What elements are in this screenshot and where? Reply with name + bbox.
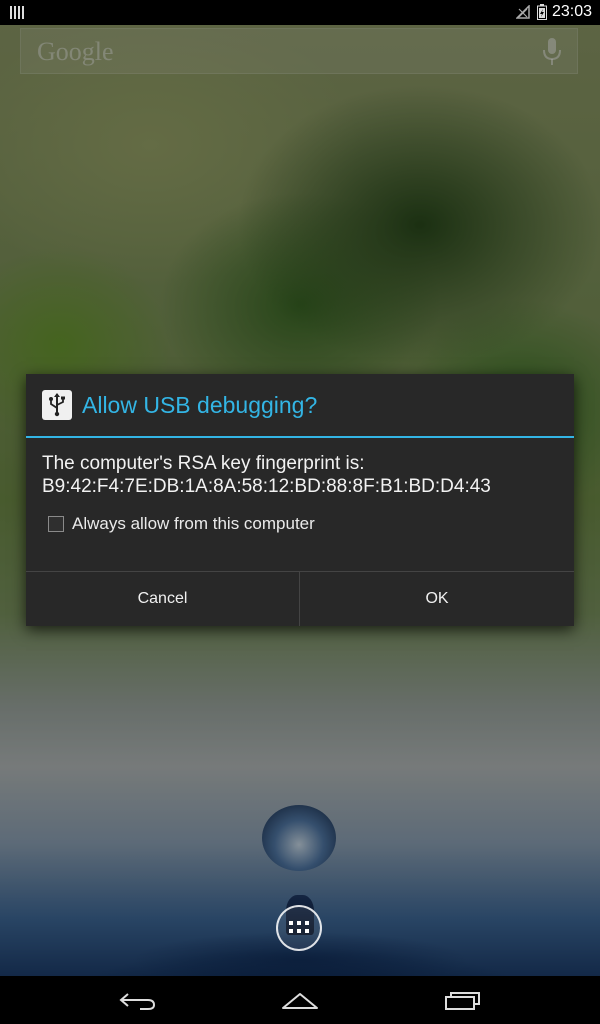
- always-allow-label[interactable]: Always allow from this computer: [72, 514, 315, 534]
- notification-icon: [10, 6, 24, 19]
- navigation-bar: [0, 976, 600, 1024]
- home-icon: [282, 993, 318, 1009]
- android-screen: Google 23:03 Allow USB debugging? The co…: [0, 0, 600, 1024]
- dialog-title-bar: Allow USB debugging?: [26, 374, 574, 436]
- all-apps-button[interactable]: [276, 905, 322, 951]
- back-button[interactable]: [98, 976, 178, 1024]
- usb-icon: [42, 390, 72, 420]
- always-allow-checkbox[interactable]: [48, 516, 64, 532]
- dialog-title: Allow USB debugging?: [82, 392, 318, 418]
- home-button[interactable]: [260, 976, 340, 1024]
- title-divider: [26, 436, 574, 438]
- back-icon: [119, 993, 156, 1010]
- all-apps-icon: [289, 921, 309, 933]
- dialog-message: The computer's RSA key fingerprint is: B…: [42, 452, 562, 498]
- recents-icon: [445, 992, 480, 1010]
- no-signal-icon: [516, 5, 530, 19]
- ok-button[interactable]: OK: [300, 572, 574, 626]
- cancel-button[interactable]: Cancel: [26, 572, 299, 626]
- usb-debugging-dialog: Allow USB debugging? The computer's RSA …: [26, 374, 574, 626]
- status-bar: 23:03: [0, 0, 600, 25]
- rsa-fingerprint: B9:42:F4:7E:DB:1A:8A:58:12:BD:88:8F:B1:B…: [42, 476, 491, 497]
- always-allow-checkbox-row[interactable]: Always allow from this computer: [46, 514, 446, 536]
- recents-button[interactable]: [422, 976, 502, 1024]
- status-clock: 23:03: [551, 3, 592, 20]
- message-line: The computer's RSA key fingerprint is:: [42, 453, 365, 474]
- battery-charging-icon: [537, 4, 547, 20]
